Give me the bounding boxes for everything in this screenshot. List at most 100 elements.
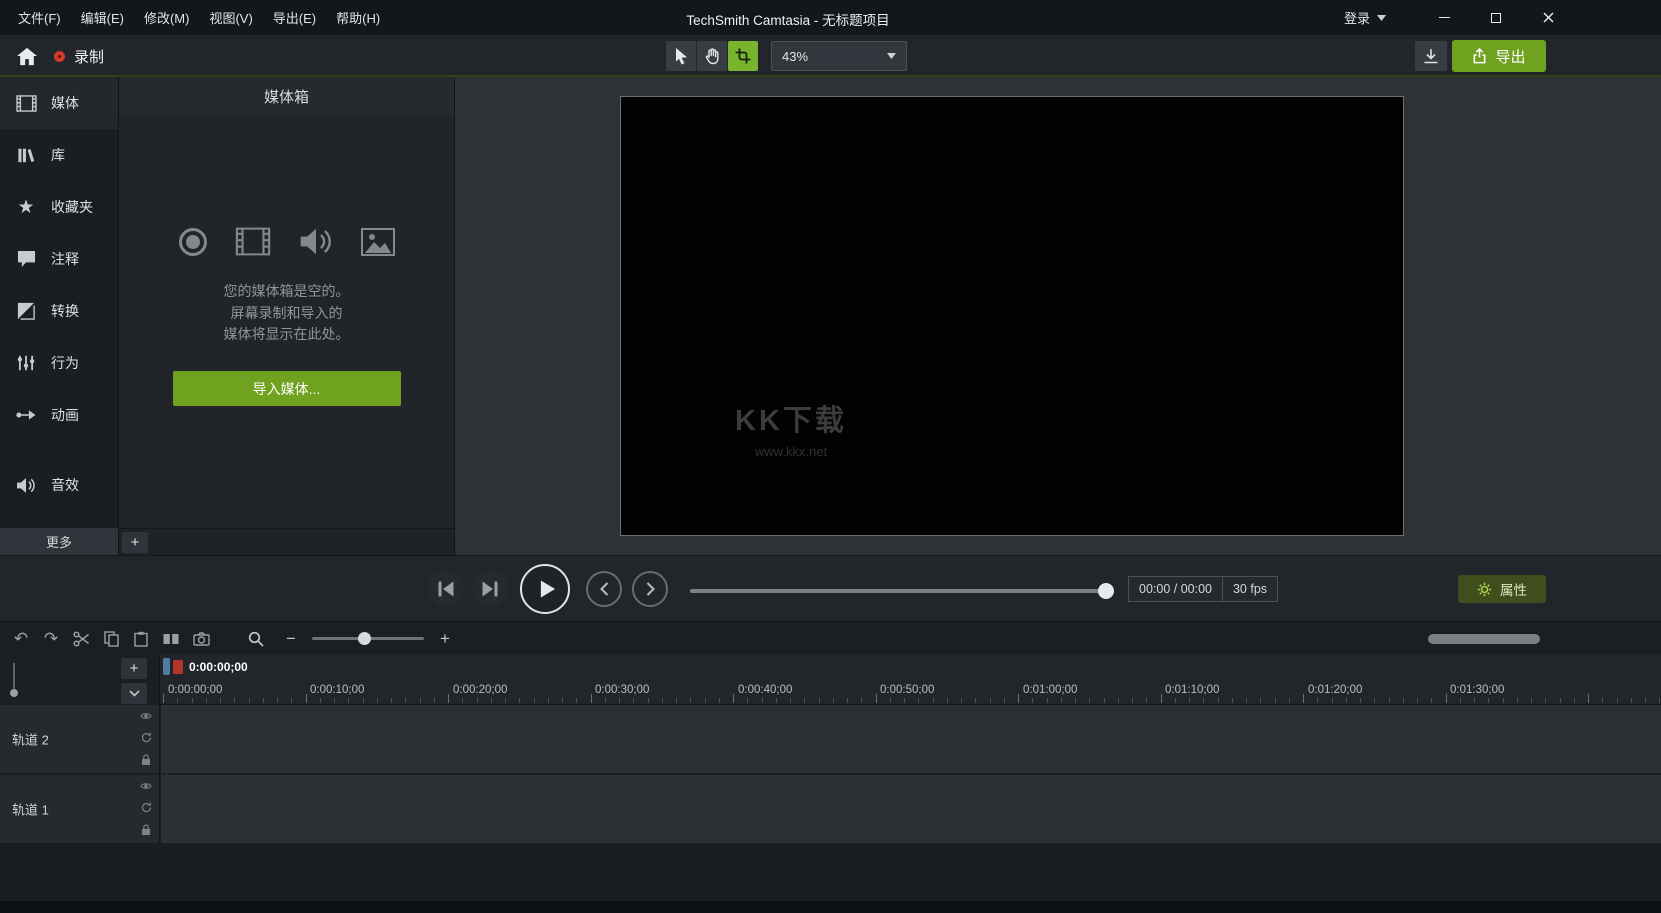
timeline-ruler[interactable]: 0:00:00;00 0:00:00;00 0:00:10;00 0:00:20…: [160, 655, 1661, 705]
next-frame-button[interactable]: [472, 571, 508, 607]
sidebar-item-audio-effects[interactable]: 音效: [0, 459, 118, 511]
timeline-zoom-thumb[interactable]: [358, 632, 371, 645]
maximize-button[interactable]: [1470, 0, 1522, 35]
cut-button[interactable]: [66, 626, 96, 652]
sidebar: 媒体 库 ★ 收藏夹 注释 转换: [0, 77, 118, 555]
play-button[interactable]: [520, 564, 570, 614]
chevron-down-icon: [129, 690, 140, 697]
previous-frame-button[interactable]: [428, 571, 464, 607]
timeline-scrollbar-thumb[interactable]: [1428, 634, 1540, 644]
track-lane[interactable]: [161, 775, 1661, 843]
next-clip-button[interactable]: [632, 571, 668, 607]
chevron-right-icon: [646, 582, 655, 596]
speaker-icon: [14, 477, 38, 494]
canvas-tools: 43%: [666, 41, 907, 71]
sidebar-item-label: 音效: [51, 475, 79, 495]
menu-items: 文件(F) 编辑(E) 修改(M) 视图(V) 导出(E) 帮助(H): [8, 0, 390, 35]
previous-clip-button[interactable]: [586, 571, 622, 607]
loop-icon[interactable]: [141, 802, 152, 813]
menu-modify[interactable]: 修改(M): [134, 3, 200, 32]
sidebar-more-button[interactable]: 更多: [0, 528, 118, 555]
properties-button[interactable]: 属性: [1458, 575, 1546, 603]
chevron-down-icon: [1377, 15, 1386, 21]
seek-slider-thumb[interactable]: [1098, 583, 1114, 599]
export-button[interactable]: 导出: [1452, 40, 1546, 72]
image-icon: [361, 228, 395, 256]
maximize-icon: [1491, 13, 1501, 23]
zoom-in-button[interactable]: +: [436, 629, 454, 649]
film-icon: [14, 95, 38, 112]
snapshot-button[interactable]: [186, 626, 216, 652]
menu-export[interactable]: 导出(E): [263, 3, 326, 32]
track-header[interactable]: 轨道 1: [0, 775, 160, 843]
eye-icon[interactable]: [140, 782, 152, 790]
download-icon: [1423, 48, 1439, 64]
transition-icon: [14, 302, 38, 320]
track-lane[interactable]: [161, 705, 1661, 773]
sidebar-item-annotations[interactable]: 注释: [0, 233, 118, 285]
timeline-zoom-slider[interactable]: [312, 637, 424, 640]
split-icon: [163, 632, 179, 646]
zoom-out-button[interactable]: −: [282, 629, 300, 649]
lock-icon[interactable]: [141, 754, 151, 766]
sidebar-item-animations[interactable]: 动画: [0, 389, 118, 441]
undo-icon: ↶: [14, 629, 28, 649]
redo-button[interactable]: ↷: [36, 626, 66, 652]
sign-in-button[interactable]: 登录: [1344, 8, 1386, 27]
playhead[interactable]: 0:00:00;00: [163, 658, 248, 675]
track-header[interactable]: 轨道 2: [0, 705, 160, 773]
menu-view[interactable]: 视图(V): [199, 3, 262, 32]
callout-icon: [14, 250, 38, 268]
pan-tool-button[interactable]: [697, 41, 727, 71]
time-display-group: 00:00 / 00:00 30 fps: [1128, 576, 1278, 602]
track-row: 轨道 2: [0, 705, 1661, 773]
add-track-button[interactable]: +: [121, 658, 147, 679]
sidebar-item-library[interactable]: 库: [0, 129, 118, 181]
collapse-tracks-button[interactable]: [121, 683, 147, 704]
speaker-icon: [299, 227, 333, 256]
preview-stage[interactable]: KK下载 www.kkx.net: [620, 96, 1404, 536]
sidebar-item-transitions[interactable]: 转换: [0, 285, 118, 337]
main-area: 媒体 库 ★ 收藏夹 注释 转换: [0, 77, 1661, 555]
crop-tool-button[interactable]: [728, 41, 758, 71]
record-button[interactable]: 录制: [54, 41, 104, 71]
home-icon: [16, 46, 38, 66]
split-button[interactable]: [156, 626, 186, 652]
sidebar-item-behaviors[interactable]: 行为: [0, 337, 118, 389]
undo-button[interactable]: ↶: [6, 626, 36, 652]
behavior-icon: [14, 354, 38, 372]
lock-icon[interactable]: [141, 824, 151, 836]
redo-icon: ↷: [44, 629, 58, 649]
eye-icon[interactable]: [140, 712, 152, 720]
seek-slider[interactable]: [690, 589, 1110, 593]
hand-icon: [704, 48, 720, 65]
import-media-button[interactable]: 导入媒体...: [173, 371, 401, 406]
add-media-button[interactable]: +: [122, 532, 148, 553]
playhead-marker-icon[interactable]: [173, 660, 183, 674]
download-button[interactable]: [1415, 41, 1447, 71]
sidebar-item-favorites[interactable]: ★ 收藏夹: [0, 181, 118, 233]
paste-button[interactable]: [126, 626, 156, 652]
film-icon: [235, 227, 271, 256]
sidebar-item-label: 转换: [51, 301, 79, 321]
canvas-area[interactable]: KK下载 www.kkx.net: [455, 77, 1661, 555]
camera-icon: [193, 632, 210, 646]
window-title: TechSmith Camtasia - 无标题项目: [686, 9, 889, 29]
track-height-slider[interactable]: [9, 663, 19, 697]
copy-button[interactable]: [96, 626, 126, 652]
home-button[interactable]: [10, 41, 44, 71]
minimize-button[interactable]: [1418, 0, 1470, 35]
menu-edit[interactable]: 编辑(E): [71, 3, 134, 32]
loop-icon[interactable]: [141, 732, 152, 743]
playhead-handle-icon[interactable]: [163, 658, 170, 675]
canvas-zoom-dropdown[interactable]: 43%: [771, 41, 907, 71]
cursor-tool-button[interactable]: [666, 41, 696, 71]
next-frame-icon: [480, 580, 500, 598]
sidebar-item-label: 行为: [51, 353, 79, 373]
close-button[interactable]: [1522, 0, 1574, 35]
sidebar-item-media[interactable]: 媒体: [0, 77, 118, 129]
menu-file[interactable]: 文件(F): [8, 3, 71, 32]
playhead-time: 0:00:00;00: [189, 660, 248, 674]
menu-help[interactable]: 帮助(H): [326, 3, 390, 32]
playback-bar: 00:00 / 00:00 30 fps 属性: [0, 555, 1661, 621]
